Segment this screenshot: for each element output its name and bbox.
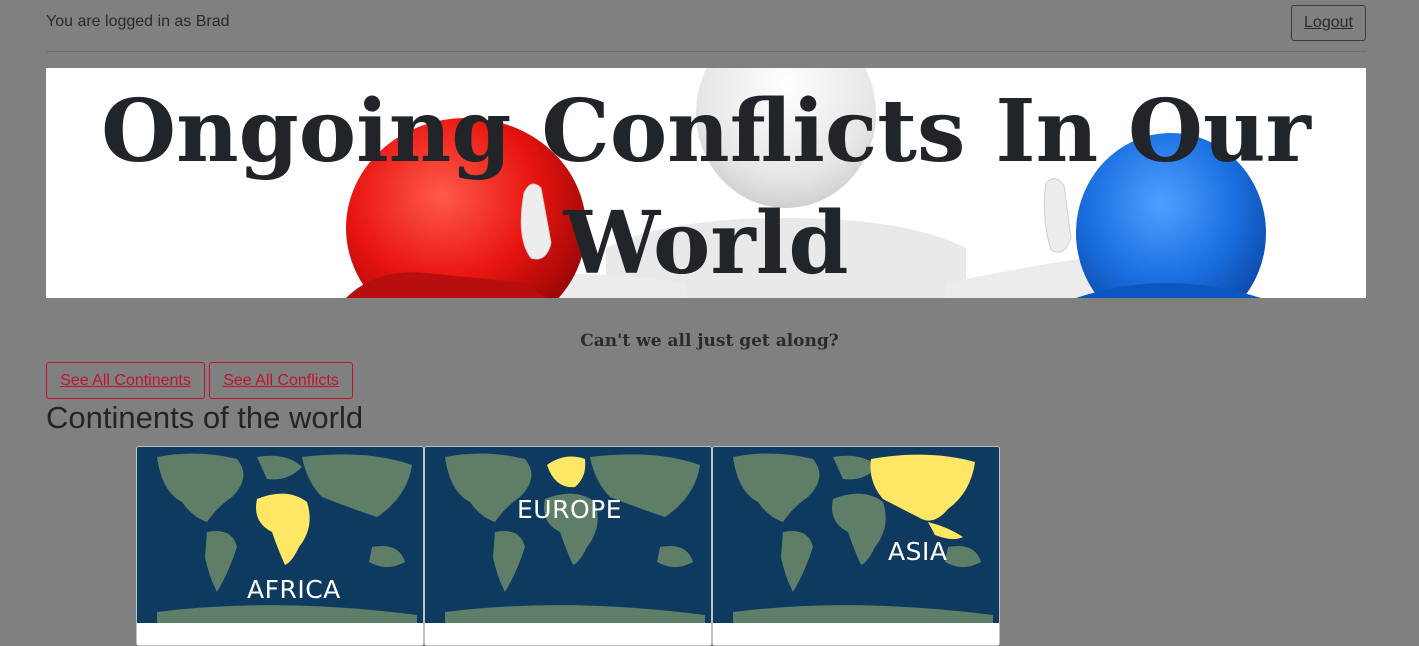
see-all-continents-button[interactable]: See All Continents	[46, 362, 205, 399]
continent-label: EUROPE	[517, 495, 623, 524]
hero-banner: Ongoing Conflicts In Our World	[46, 68, 1366, 298]
top-bar: You are logged in as Brad Logout	[46, 0, 1366, 52]
continent-label: ASIA	[888, 537, 948, 566]
europe-map-image	[425, 447, 711, 623]
tagline: Can't we all just get along?	[580, 331, 839, 351]
section-heading: Continents of the world	[46, 400, 364, 435]
continent-label: AFRICA	[247, 575, 341, 604]
logout-button[interactable]: Logout	[1291, 5, 1366, 41]
continent-card-asia[interactable]: ASIA	[712, 446, 1000, 646]
continent-card-europe[interactable]: EUROPE	[424, 446, 712, 646]
logged-in-text: You are logged in as Brad	[46, 13, 230, 30]
see-all-conflicts-button[interactable]: See All Conflicts	[209, 362, 353, 399]
asia-map-image	[713, 447, 999, 623]
page-title: Ongoing Conflicts In Our World	[101, 81, 1311, 294]
continent-card-africa[interactable]: AFRICA	[136, 446, 424, 646]
